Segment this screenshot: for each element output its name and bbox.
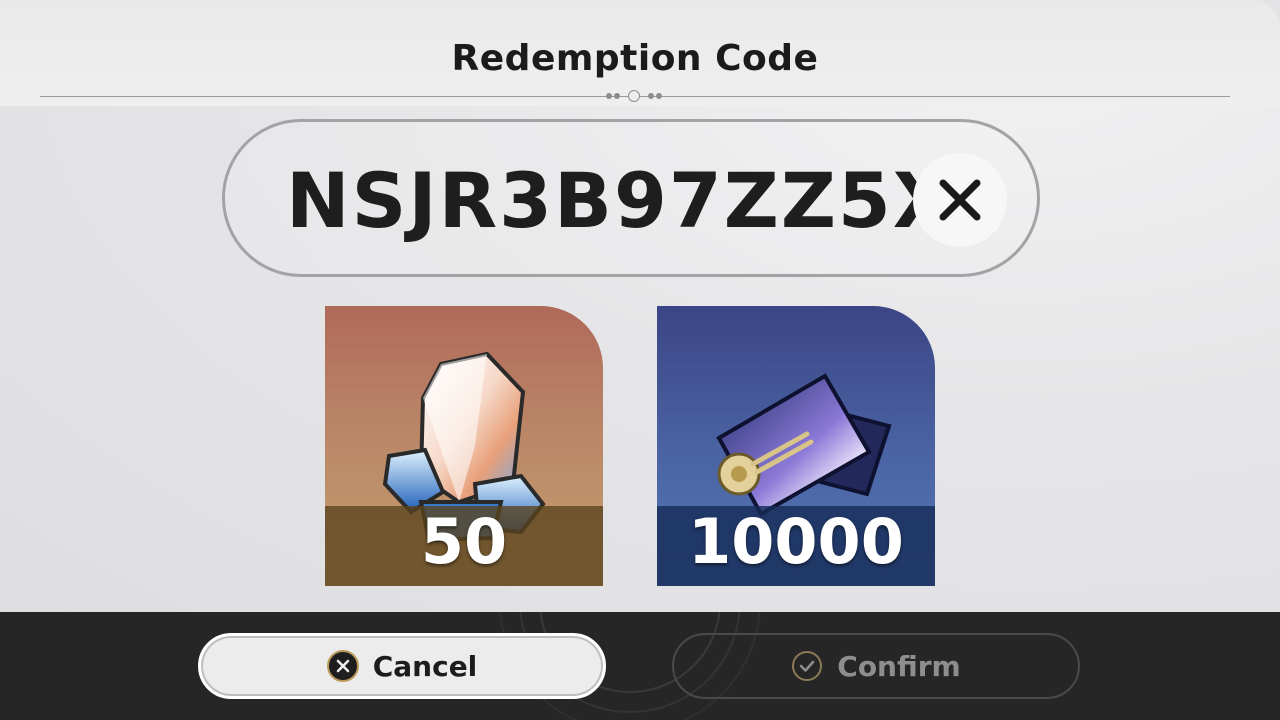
dialog-title: Redemption Code	[451, 38, 819, 79]
divider-dot-icon	[614, 93, 620, 99]
reward-count: 50	[420, 505, 508, 578]
reward-count: 10000	[688, 505, 904, 578]
redemption-dialog: Redemption Code NSJR3B97ZZ5X 50 10000	[0, 0, 1280, 612]
divider-dot-icon	[606, 93, 612, 99]
divider-ring-icon	[628, 90, 640, 102]
confirm-button[interactable]: Confirm	[672, 633, 1080, 699]
x-circle-icon	[326, 650, 359, 682]
divider-dot-icon	[656, 93, 662, 99]
dialog-footer: Cancel Confirm	[0, 612, 1280, 720]
reward-item-crystal: 50	[325, 306, 603, 586]
code-input-value[interactable]: NSJR3B97ZZ5X	[286, 156, 953, 245]
confirm-button-label: Confirm	[837, 649, 961, 683]
clear-code-button[interactable]	[913, 153, 1007, 247]
close-icon	[939, 179, 981, 221]
reward-item-pass: 10000	[657, 306, 935, 586]
cancel-button-label: Cancel	[372, 649, 478, 683]
cancel-button[interactable]: Cancel	[198, 633, 606, 699]
check-circle-icon	[792, 651, 823, 681]
divider-dot-icon	[648, 93, 654, 99]
